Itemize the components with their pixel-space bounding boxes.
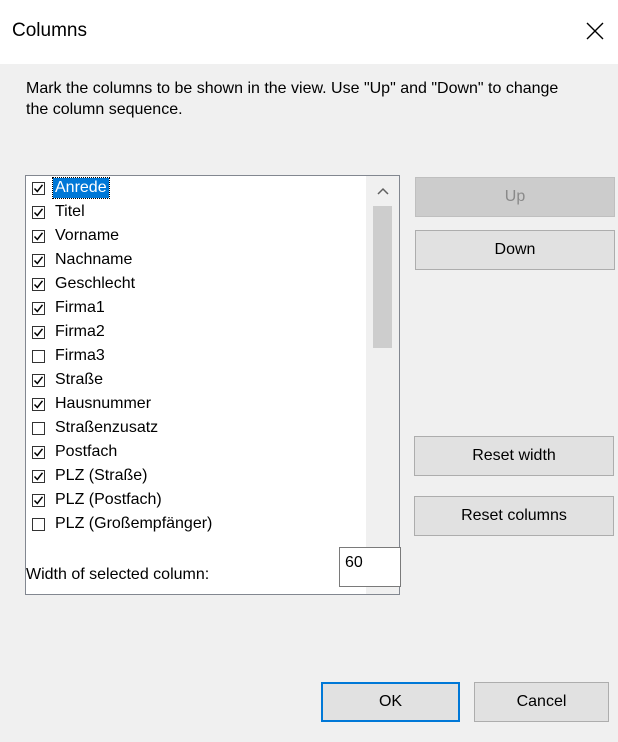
column-list-item[interactable]: Straßenzusatz (26, 416, 366, 440)
column-list-item[interactable]: Straße (26, 368, 366, 392)
checkmark-icon (33, 447, 44, 457)
column-list-item[interactable]: Postfach (26, 440, 366, 464)
column-checkbox[interactable] (32, 277, 45, 291)
title-bar: Columns (0, 0, 618, 64)
width-label: Width of selected column: (26, 566, 210, 583)
column-list-item[interactable]: Anrede (26, 176, 366, 200)
scrollbar-thumb[interactable] (373, 206, 392, 348)
column-label: Firma3 (55, 347, 105, 364)
cancel-button[interactable]: Cancel (474, 682, 609, 722)
column-list-item[interactable]: Nachname (26, 248, 366, 272)
up-button[interactable]: Up (415, 177, 615, 217)
checkmark-icon (33, 495, 44, 505)
columns-list-items: Anrede Titel Vorname Nachname Geschlecht Firm… (26, 176, 366, 536)
scroll-up-arrow[interactable] (366, 176, 399, 206)
column-label: Postfach (55, 443, 118, 460)
columns-list[interactable]: Anrede Titel Vorname Nachname Geschlecht Firm… (25, 175, 400, 595)
column-list-item[interactable]: Firma2 (26, 320, 366, 344)
column-label: Vorname (55, 227, 120, 244)
column-checkbox[interactable] (32, 469, 45, 483)
down-button[interactable]: Down (415, 230, 615, 270)
column-list-item[interactable]: Firma1 (26, 296, 366, 320)
vertical-scrollbar[interactable] (366, 176, 399, 594)
reset-columns-button[interactable]: Reset columns (414, 496, 614, 536)
column-list-item[interactable]: Hausnummer (26, 392, 366, 416)
column-checkbox[interactable] (32, 301, 45, 315)
column-label: PLZ (Großempfänger) (55, 515, 213, 532)
checkmark-icon (33, 303, 44, 313)
column-list-item[interactable]: Firma3 (26, 344, 366, 368)
window-title: Columns (12, 20, 87, 41)
close-icon (586, 22, 604, 40)
column-checkbox[interactable] (32, 229, 45, 243)
column-list-item[interactable]: Titel (26, 200, 366, 224)
reset-width-button[interactable]: Reset width (414, 436, 614, 476)
column-checkbox[interactable] (32, 445, 45, 459)
column-label: Anrede (52, 177, 110, 199)
column-list-item[interactable]: PLZ (Straße) (26, 464, 366, 488)
column-checkbox[interactable] (32, 349, 45, 363)
column-checkbox[interactable] (32, 181, 45, 195)
checkmark-icon (33, 255, 44, 265)
checkmark-icon (33, 183, 44, 193)
column-label: Firma2 (55, 323, 105, 340)
checkmark-icon (33, 375, 44, 385)
column-checkbox[interactable] (32, 517, 45, 531)
column-label: PLZ (Straße) (55, 467, 148, 484)
column-label: Geschlecht (55, 275, 136, 292)
column-label: Firma1 (55, 299, 105, 316)
checkmark-icon (33, 207, 44, 217)
dialog-body: Mark the columns to be shown in the view… (0, 64, 618, 742)
checkmark-icon (33, 471, 44, 481)
width-input[interactable]: 60 (339, 547, 401, 587)
column-checkbox[interactable] (32, 253, 45, 267)
column-checkbox[interactable] (32, 373, 45, 387)
column-label: Titel (55, 203, 85, 220)
column-list-item[interactable]: PLZ (Großempfänger) (26, 512, 366, 536)
column-label: PLZ (Postfach) (55, 491, 162, 508)
column-checkbox[interactable] (32, 205, 45, 219)
column-list-item[interactable]: PLZ (Postfach) (26, 488, 366, 512)
column-label: Straße (55, 371, 104, 388)
column-checkbox[interactable] (32, 397, 45, 411)
column-list-item[interactable]: Vorname (26, 224, 366, 248)
column-label: Nachname (55, 251, 133, 268)
column-label: Hausnummer (55, 395, 152, 412)
chevron-up-icon (376, 187, 389, 195)
column-label: Straßenzusatz (55, 419, 159, 436)
column-checkbox[interactable] (32, 493, 45, 507)
column-checkbox[interactable] (32, 421, 45, 435)
ok-button[interactable]: OK (321, 682, 460, 722)
close-button[interactable] (572, 8, 618, 54)
checkmark-icon (33, 231, 44, 241)
column-list-item[interactable]: Geschlecht (26, 272, 366, 296)
instructions-text: Mark the columns to be shown in the view… (26, 80, 559, 118)
column-checkbox[interactable] (32, 325, 45, 339)
checkmark-icon (33, 327, 44, 337)
checkmark-icon (33, 279, 44, 289)
checkmark-icon (33, 399, 44, 409)
